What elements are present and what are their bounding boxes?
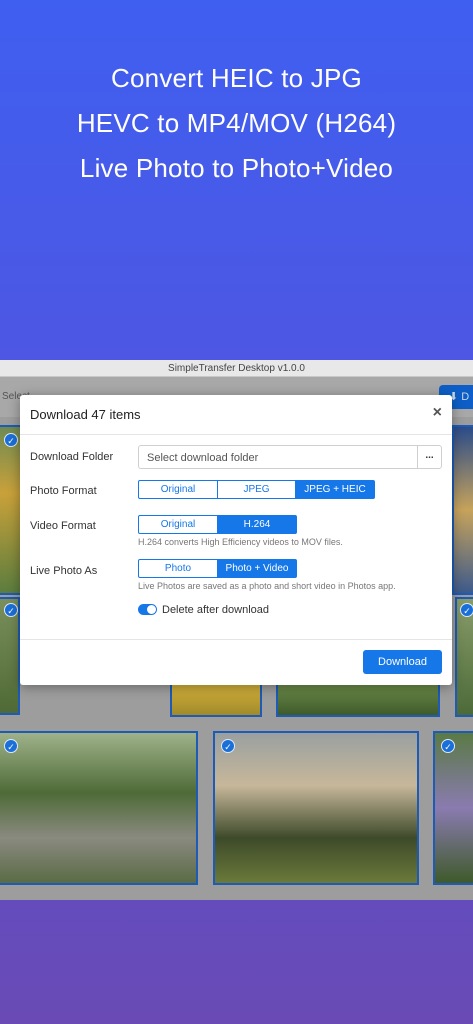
photo-format-option-jpeg[interactable]: JPEG xyxy=(217,480,296,499)
photo-thumbnail[interactable]: ✓ xyxy=(0,597,20,715)
video-format-hint: H.264 converts High Efficiency videos to… xyxy=(138,537,343,547)
photo-thumbnail[interactable]: ✓ xyxy=(213,731,419,885)
close-icon[interactable]: × xyxy=(433,404,442,422)
photo-thumbnail[interactable] xyxy=(452,425,473,595)
photo-thumbnail[interactable] xyxy=(276,682,440,717)
live-photo-segmented-control: Photo Photo + Video xyxy=(138,559,297,578)
checkmark-icon: ✓ xyxy=(221,739,235,753)
delete-after-download-toggle[interactable] xyxy=(138,604,157,615)
dialog-title: Download 47 items xyxy=(30,407,141,422)
video-format-segmented-control: Original H.264 xyxy=(138,515,297,534)
photo-thumbnail[interactable] xyxy=(170,682,262,717)
photo-format-option-original[interactable]: Original xyxy=(138,480,218,499)
photo-thumbnail[interactable]: ✓ xyxy=(0,731,198,885)
checkmark-icon: ✓ xyxy=(441,739,455,753)
headline: Convert HEIC to JPG HEVC to MP4/MOV (H26… xyxy=(0,56,473,191)
window-title: SimpleTransfer Desktop v1.0.0 xyxy=(0,360,473,377)
photo-format-option-jpeg-heic[interactable]: JPEG + HEIC xyxy=(295,480,375,499)
headline-line-1: Convert HEIC to JPG xyxy=(111,63,362,93)
video-format-option-h264[interactable]: H.264 xyxy=(217,515,297,534)
photo-thumbnail[interactable]: ✓ xyxy=(455,597,473,717)
live-photo-option-photo-video[interactable]: Photo + Video xyxy=(217,559,297,578)
delete-after-download-label: Delete after download xyxy=(162,604,270,616)
photo-thumbnail[interactable]: ✓ xyxy=(433,731,473,885)
video-format-label: Video Format xyxy=(30,520,96,532)
toolbar-download-label: D xyxy=(461,391,470,403)
dialog-header: Download 47 items × xyxy=(20,395,452,435)
live-photo-option-photo[interactable]: Photo xyxy=(138,559,218,578)
live-photo-label: Live Photo As xyxy=(30,565,98,577)
live-photo-hint: Live Photos are saved as a photo and sho… xyxy=(138,581,396,591)
video-format-option-original[interactable]: Original xyxy=(138,515,218,534)
headline-line-3: Live Photo to Photo+Video xyxy=(79,153,394,183)
checkmark-icon: ✓ xyxy=(4,603,18,617)
checkmark-icon: ✓ xyxy=(4,739,18,753)
photo-format-segmented-control: Original JPEG JPEG + HEIC xyxy=(138,480,375,499)
headline-line-2: HEVC to MP4/MOV (H264) xyxy=(76,108,397,138)
download-dialog: Download 47 items × Download Folder Sele… xyxy=(20,395,452,685)
dialog-footer: Download xyxy=(20,639,452,685)
checkmark-icon: ✓ xyxy=(4,433,18,447)
download-folder-input[interactable]: Select download folder xyxy=(138,445,418,469)
download-folder-label: Download Folder xyxy=(30,451,114,463)
photo-format-label: Photo Format xyxy=(30,485,97,497)
checkmark-icon: ✓ xyxy=(460,603,473,617)
download-button[interactable]: Download xyxy=(363,650,442,674)
browse-folder-button[interactable]: ... xyxy=(417,445,442,469)
